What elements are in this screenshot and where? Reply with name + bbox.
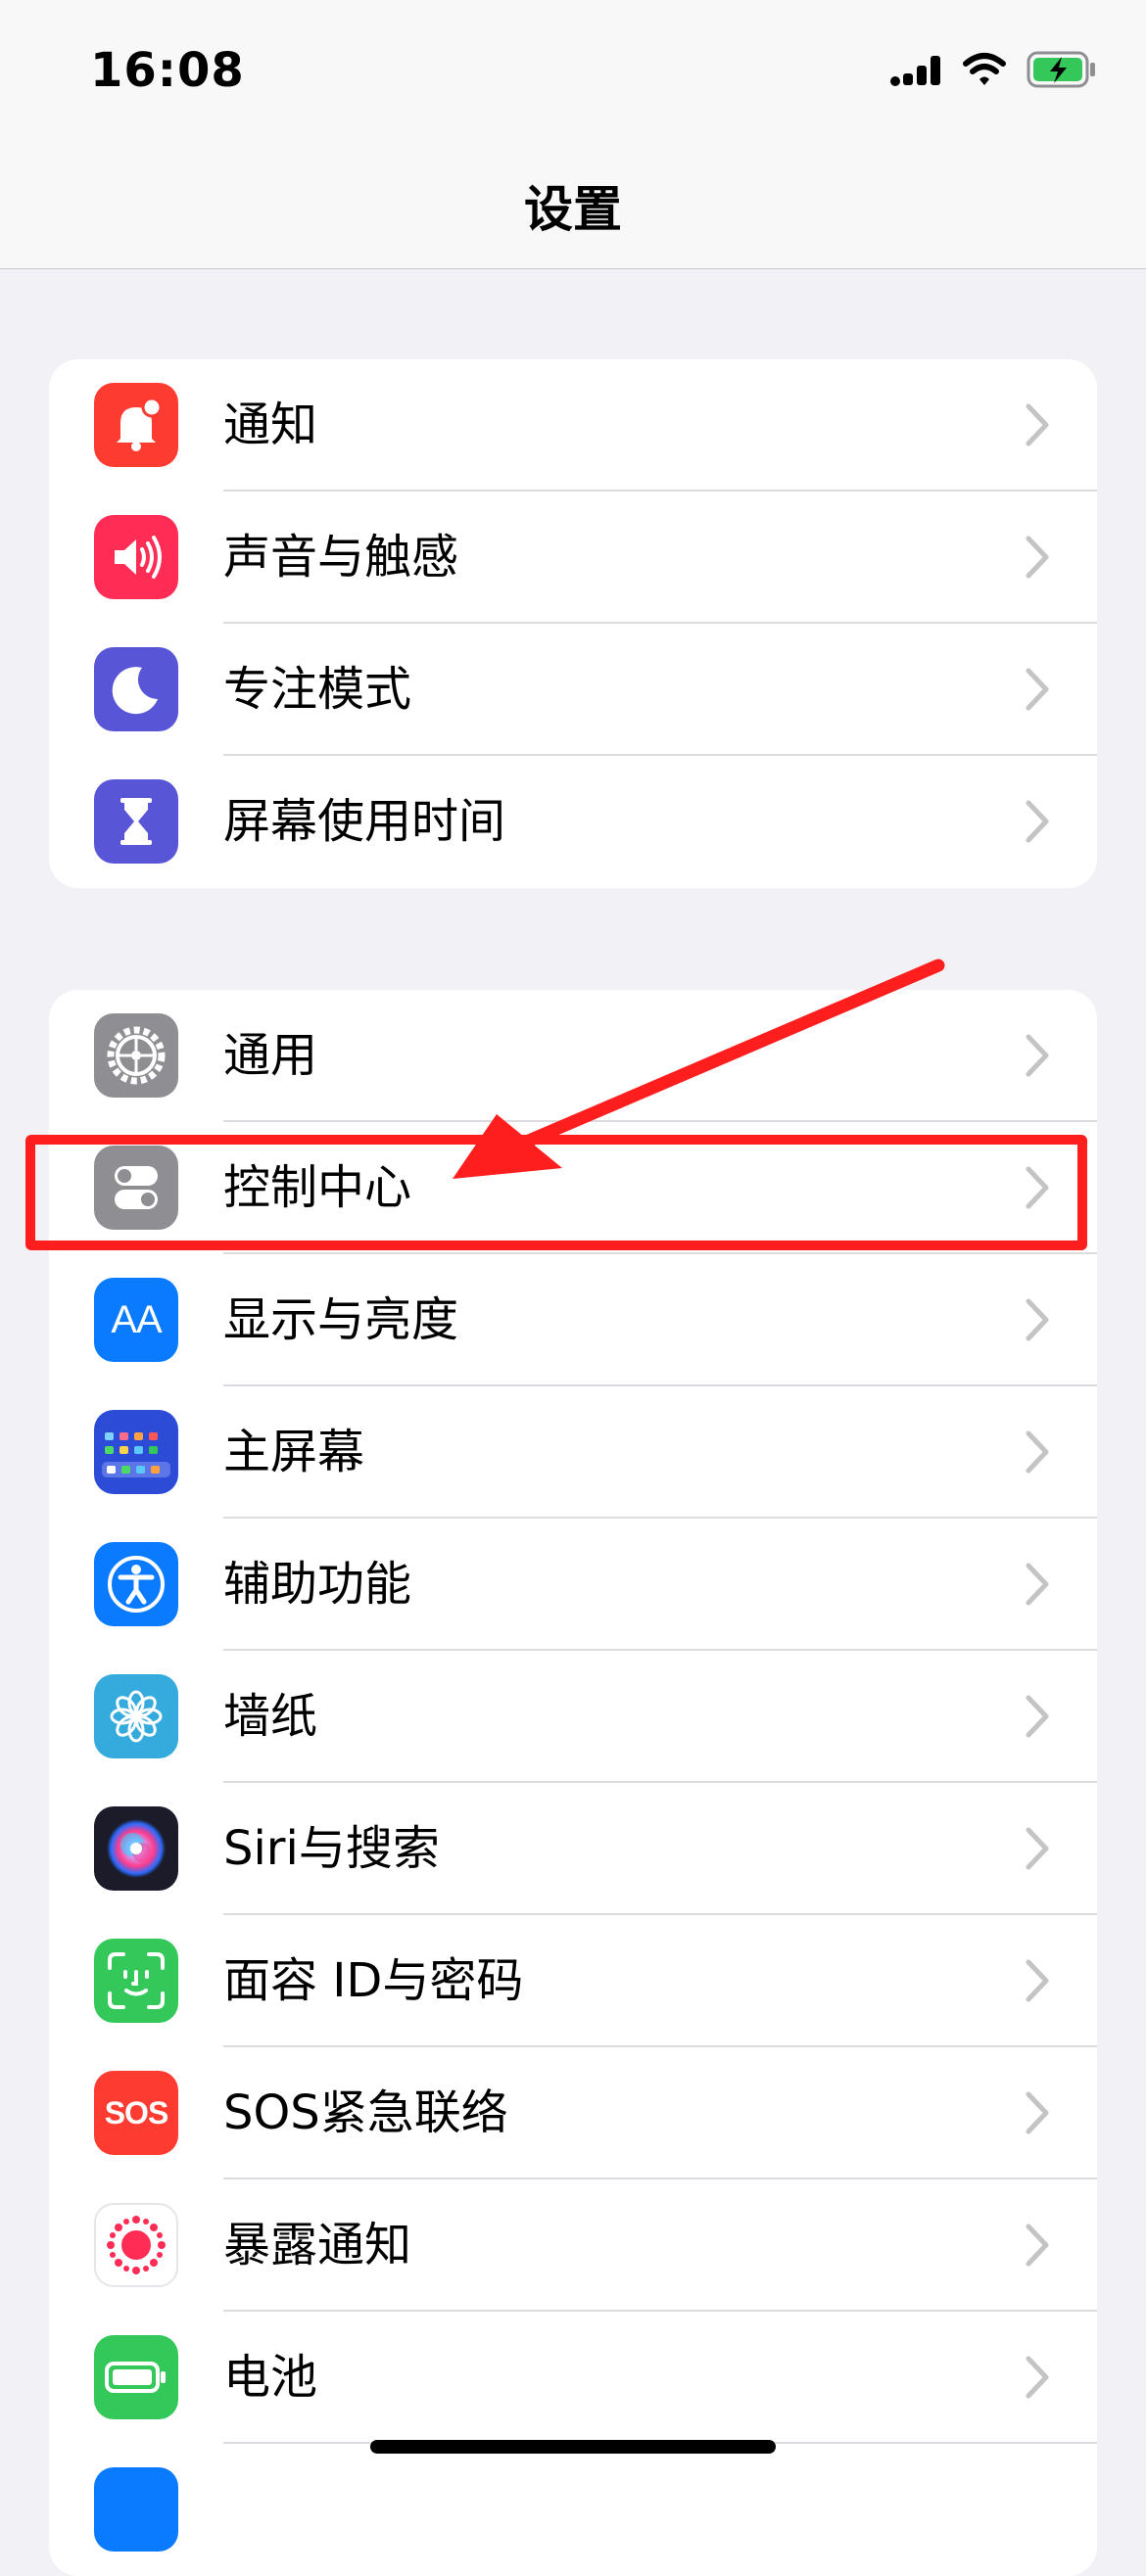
- chevron-right-icon: [1026, 1166, 1049, 1209]
- chevron-right-icon: [1026, 1827, 1049, 1870]
- cellular-signal-icon: [890, 56, 940, 86]
- chevron-right-icon: [1026, 403, 1049, 446]
- settings-row-exposure-notifications[interactable]: 暴露通知: [49, 2179, 1097, 2312]
- settings-row-screen-time[interactable]: 屏幕使用时间: [49, 756, 1097, 888]
- status-time: 16:08: [90, 43, 245, 98]
- chevron-right-icon: [1026, 1959, 1049, 2002]
- chevron-right-icon: [1026, 1298, 1049, 1341]
- settings-row-label: 通用: [223, 1028, 318, 1083]
- chevron-right-icon: [1026, 2091, 1049, 2134]
- settings-row-label: 通知: [223, 398, 318, 452]
- settings-row-label: 声音与触感: [223, 530, 459, 585]
- settings-row-focus[interactable]: 专注模式: [49, 624, 1097, 756]
- sos-glyph: SOS: [104, 2094, 169, 2131]
- face-id-icon: [94, 1939, 178, 2023]
- settings-row-label: 主屏幕: [223, 1425, 365, 1479]
- moon-icon: [94, 647, 178, 731]
- settings-row-wallpaper[interactable]: 墙纸: [49, 1651, 1097, 1783]
- accessibility-icon: [94, 1542, 178, 1626]
- settings-row-siri-search[interactable]: Siri与搜索: [49, 1783, 1097, 1915]
- settings-row-label: SOS紧急联络: [223, 2085, 508, 2140]
- settings-row-control-center[interactable]: 控制中心: [49, 1122, 1097, 1254]
- speaker-icon: [94, 515, 178, 599]
- home-indicator[interactable]: [370, 2440, 776, 2454]
- page-title: 设置: [524, 181, 622, 238]
- settings-row-label: 屏幕使用时间: [223, 794, 506, 849]
- chevron-right-icon: [1026, 800, 1049, 843]
- settings-row-sounds[interactable]: 声音与触感: [49, 492, 1097, 624]
- settings-row-home-screen[interactable]: 主屏幕: [49, 1386, 1097, 1519]
- settings-row-accessibility[interactable]: 辅助功能: [49, 1519, 1097, 1651]
- settings-row-label: 专注模式: [223, 662, 412, 717]
- app-grid-icon: [94, 1410, 178, 1494]
- settings-group-2: 通用 控制中心 AA 显示与亮度 主屏幕 辅助功能 墙纸 Siri与搜索 面容 …: [49, 990, 1097, 2576]
- chevron-right-icon: [1026, 536, 1049, 579]
- settings-group-1: 通知 声音与触感 专注模式 屏幕使用时间: [49, 359, 1097, 888]
- settings-row-partial[interactable]: [49, 2444, 1097, 2576]
- sos-icon: SOS: [94, 2071, 178, 2155]
- status-bar: 16:08: [0, 0, 1146, 147]
- settings-row-general[interactable]: 通用: [49, 990, 1097, 1122]
- chevron-right-icon: [1026, 2224, 1049, 2267]
- settings-row-emergency-sos[interactable]: SOS SOS紧急联络: [49, 2047, 1097, 2179]
- partial-app-icon: [94, 2467, 178, 2552]
- settings-row-label: 辅助功能: [223, 1557, 412, 1612]
- flower-icon: [94, 1674, 178, 1758]
- settings-row-notifications[interactable]: 通知: [49, 359, 1097, 492]
- settings-row-label: 控制中心: [223, 1160, 412, 1215]
- chevron-right-icon: [1026, 1034, 1049, 1077]
- chevron-right-icon: [1026, 668, 1049, 711]
- battery-charging-icon: [1027, 51, 1095, 88]
- settings-row-label: 墙纸: [223, 1689, 318, 1744]
- battery-icon: [94, 2335, 178, 2419]
- hourglass-icon: [94, 779, 178, 864]
- text-size-icon: AA: [94, 1278, 178, 1362]
- siri-orb-icon: [94, 1806, 178, 1891]
- wifi-icon: [963, 53, 1006, 85]
- status-icons: [889, 51, 1097, 88]
- text-size-glyph: AA: [111, 1297, 162, 1341]
- settings-row-label: Siri与搜索: [223, 1821, 440, 1876]
- settings-row-label: 面容 ID与密码: [223, 1953, 524, 2008]
- settings-row-label: 电池: [223, 2350, 318, 2405]
- chevron-right-icon: [1026, 1563, 1049, 1606]
- settings-row-face-id[interactable]: 面容 ID与密码: [49, 1915, 1097, 2047]
- notification-bell-icon: [94, 383, 178, 467]
- settings-row-label: 显示与亮度: [223, 1292, 459, 1347]
- chevron-right-icon: [1026, 2356, 1049, 2399]
- settings-row-display-brightness[interactable]: AA 显示与亮度: [49, 1254, 1097, 1386]
- exposure-icon: [94, 2203, 178, 2287]
- navigation-bar: 设置: [0, 147, 1146, 269]
- toggle-switch-icon: [94, 1146, 178, 1230]
- chevron-right-icon: [1026, 1695, 1049, 1738]
- chevron-right-icon: [1026, 1430, 1049, 1474]
- settings-row-battery[interactable]: 电池: [49, 2312, 1097, 2444]
- gear-icon: [94, 1013, 178, 1098]
- settings-row-label: 暴露通知: [223, 2218, 412, 2272]
